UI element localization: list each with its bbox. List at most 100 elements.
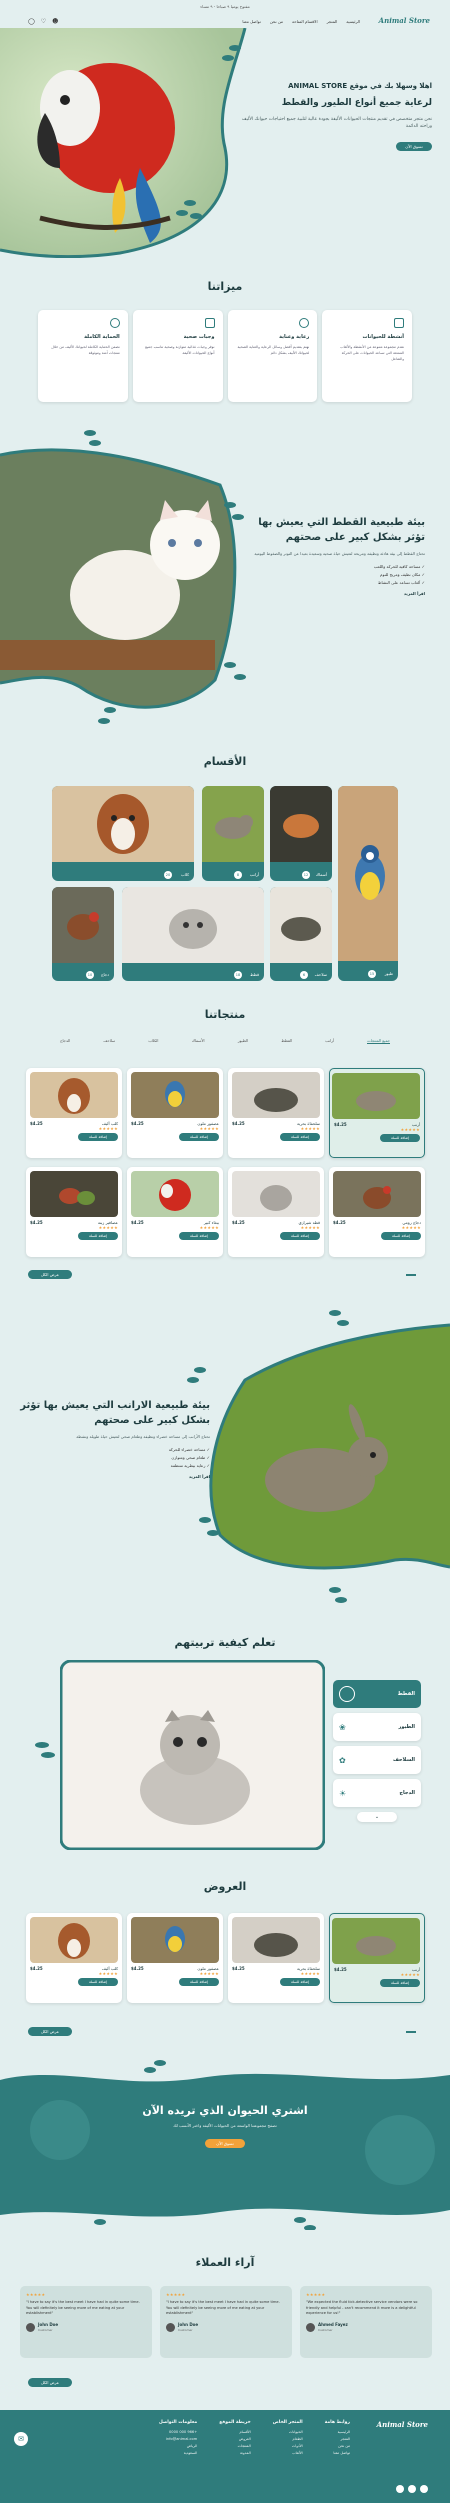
footer-link[interactable]: الأقسام xyxy=(219,2429,250,2436)
rating-stars: ★★★★★ xyxy=(199,1971,219,1976)
product-card[interactable]: كلب أليف $4.25 ★★★★★ إضافة للسلة xyxy=(26,1068,122,1158)
add-to-cart-button[interactable]: إضافة للسلة xyxy=(280,1232,320,1240)
offers-view-all-button[interactable]: عرض الكل xyxy=(28,2027,72,2036)
cta-shop-button[interactable]: تسوق الآن xyxy=(205,2139,245,2148)
footer-link[interactable]: info@animal.com xyxy=(159,2436,197,2443)
footer-link[interactable]: المدونة xyxy=(219,2450,251,2457)
offer-card[interactable]: سلحفاة بحرية $4.25 ★★★★★ إضافة للسلة xyxy=(228,1913,324,2003)
footer-link[interactable]: السعودية xyxy=(159,2450,197,2457)
footer-link[interactable]: الرياض xyxy=(159,2443,198,2450)
product-card[interactable]: ببغاء كبير $4.25 ★★★★★ إضافة للسلة xyxy=(127,1167,223,1257)
tab-birds[interactable]: الطيور xyxy=(238,1038,248,1044)
bullet-text: مساحة كافية للحركة واللعب xyxy=(373,564,421,569)
learn-item-chickens[interactable]: الدجاج ☀ xyxy=(333,1779,421,1807)
footer-link[interactable]: المتجر xyxy=(325,2436,350,2443)
learn-item-cats[interactable]: القطط xyxy=(333,1680,421,1708)
feature-card: الحماية الكاملة نضمن الحماية الكاملة لحي… xyxy=(38,310,128,402)
category-card-birds[interactable]: طيور 15 xyxy=(338,786,398,981)
feature-text: نقدم مجموعة متنوعة من الأنشطة والألعاب ا… xyxy=(340,345,404,361)
tab-turtles[interactable]: سلاحف xyxy=(103,1038,115,1044)
tab-all[interactable]: جميع المنتجات xyxy=(367,1038,390,1044)
logo[interactable]: Animal Store xyxy=(379,16,430,25)
footer-link[interactable]: تواصل معنا xyxy=(325,2450,350,2457)
add-to-cart-button[interactable]: إضافة للسلة xyxy=(380,1979,420,1987)
learn-item-birds[interactable]: الطيور ❀ xyxy=(333,1713,421,1741)
product-card[interactable]: قطة شيرازي $4.25 ★★★★★ إضافة للسلة xyxy=(228,1167,324,1257)
feature-card: رعاية وعناية نهتم بتقديم أفضل وسائل الرع… xyxy=(227,310,318,402)
care-icon xyxy=(299,318,310,328)
cart-icon[interactable]: ◯ xyxy=(28,18,35,25)
product-card[interactable]: عصافير زينة $4.25 ★★★★★ إضافة للسلة xyxy=(26,1167,122,1257)
slider-dash-icon[interactable] xyxy=(406,1274,416,1276)
footer-link[interactable]: من نحن xyxy=(325,2443,350,2450)
user-icon[interactable]: ☻ xyxy=(52,18,58,25)
products-view-all-button[interactable]: عرض الكل xyxy=(28,1270,72,1279)
hero-shop-button[interactable]: تسوق الآن xyxy=(396,142,432,151)
footer-logo[interactable]: Animal Store xyxy=(377,2420,428,2429)
category-card-fish[interactable]: أسماك 12 xyxy=(270,786,332,881)
heart-icon[interactable]: ♡ xyxy=(41,18,46,25)
add-to-cart-button[interactable]: إضافة للسلة xyxy=(280,1133,320,1141)
add-to-cart-button[interactable]: إضافة للسلة xyxy=(381,1232,421,1240)
footer-link[interactable]: العروض xyxy=(219,2436,251,2443)
footer-link[interactable]: الأدوات xyxy=(273,2443,303,2450)
tab-rabbits[interactable]: أرانب xyxy=(325,1038,334,1044)
facebook-icon[interactable] xyxy=(420,2485,428,2493)
footer-link[interactable]: الطعام xyxy=(273,2436,303,2443)
footer-link[interactable]: الحيوانات xyxy=(273,2429,303,2436)
category-card-chickens[interactable]: دجاج 10 xyxy=(52,887,114,981)
instagram-icon[interactable] xyxy=(396,2485,404,2493)
slider-dash-icon[interactable] xyxy=(406,2031,416,2033)
tab-fish[interactable]: الأسماك xyxy=(192,1038,205,1044)
offer-card[interactable]: أرنب $4.25 ★★★★★ إضافة للسلة xyxy=(329,1913,425,2003)
chat-icon[interactable]: ✉ xyxy=(14,2432,28,2446)
rabbits-read-more-link[interactable]: اقرأ المزيد xyxy=(20,1474,210,1479)
hero-kicker-text: اهلا وسهلا بك في موقع xyxy=(349,82,432,90)
add-to-cart-button[interactable]: إضافة للسلة xyxy=(78,1133,118,1141)
tab-cats[interactable]: القطط xyxy=(281,1038,292,1044)
category-card-turtles[interactable]: سلاحف 6 xyxy=(270,887,332,981)
nav-link-about[interactable]: من نحن xyxy=(270,19,283,24)
product-card[interactable]: سلحفاة بحرية $4.25 ★★★★★ إضافة للسلة xyxy=(228,1068,324,1158)
twitter-icon[interactable] xyxy=(408,2485,416,2493)
category-card-rabbits[interactable]: أرانب 8 xyxy=(202,786,264,881)
add-to-cart-button[interactable]: إضافة للسلة xyxy=(179,1232,219,1240)
nav-link-contact[interactable]: تواصل معنا xyxy=(242,19,261,24)
product-price: $4.25 xyxy=(30,1220,43,1225)
category-card-dogs[interactable]: كلاب 20 xyxy=(52,786,194,881)
product-card[interactable]: أرنب $4.25 ★★★★★ إضافة للسلة xyxy=(329,1068,425,1158)
category-card-cats[interactable]: قطط 18 xyxy=(122,887,264,981)
footer-col-title: روابط هامة xyxy=(324,2420,350,2425)
nav-link-home[interactable]: الرئيسية xyxy=(346,19,360,24)
category-label: دجاج xyxy=(100,972,109,977)
footer-col-title: معلومات التواصل xyxy=(158,2420,198,2425)
tab-dogs[interactable]: الكلاب xyxy=(148,1038,158,1044)
add-to-cart-button[interactable]: إضافة للسلة xyxy=(78,1232,118,1240)
learn-more-chevron-icon[interactable]: ⌄ xyxy=(357,1812,397,1822)
footer-link[interactable]: المنتجات xyxy=(219,2443,251,2450)
tab-chickens[interactable]: الدجاج xyxy=(60,1038,70,1044)
add-to-cart-button[interactable]: إضافة للسلة xyxy=(179,1978,219,1986)
add-to-cart-button[interactable]: إضافة للسلة xyxy=(380,1134,420,1142)
footer-link[interactable]: +966 000 0000 xyxy=(159,2429,197,2436)
rabbits-block-title: بيئة طبيعية الارانب التي يعيش بها تؤثر ب… xyxy=(20,1400,210,1426)
footer-link[interactable]: الألعاب xyxy=(273,2450,302,2457)
offer-card[interactable]: كلب أليف $4.25 ★★★★★ إضافة للسلة xyxy=(26,1913,122,2003)
offer-card[interactable]: عصفور ملون $4.25 ★★★★★ إضافة للسلة xyxy=(127,1913,223,2003)
add-to-cart-button[interactable]: إضافة للسلة xyxy=(179,1133,219,1141)
learn-item-turtles[interactable]: السلاحف ✿ xyxy=(333,1746,421,1774)
product-card[interactable]: دجاج رومي $4.25 ★★★★★ إضافة للسلة xyxy=(329,1167,425,1257)
reviews-view-all-button[interactable]: عرض الكل xyxy=(28,2378,72,2387)
cats-read-more-link[interactable]: اقرأ المزيد xyxy=(235,591,425,596)
add-to-cart-button[interactable]: إضافة للسلة xyxy=(280,1978,320,1986)
nav-link-store[interactable]: المتجر xyxy=(327,19,338,24)
footer-link[interactable]: الرئيسية xyxy=(325,2429,350,2436)
chicken-icon: ☀ xyxy=(339,1788,347,1798)
avatar xyxy=(26,2322,35,2332)
nav-link-categories[interactable]: الاقسام المتاحة xyxy=(292,19,318,24)
learn-item-label: القطط xyxy=(397,1691,415,1697)
offers-grid: أرنب $4.25 ★★★★★ إضافة للسلة سلحفاة بحرية… xyxy=(25,1913,425,2003)
product-card[interactable]: عصفور ملون $4.25 ★★★★★ إضافة للسلة xyxy=(127,1068,223,1158)
category-count: 18 xyxy=(234,971,242,979)
add-to-cart-button[interactable]: إضافة للسلة xyxy=(78,1978,118,1986)
